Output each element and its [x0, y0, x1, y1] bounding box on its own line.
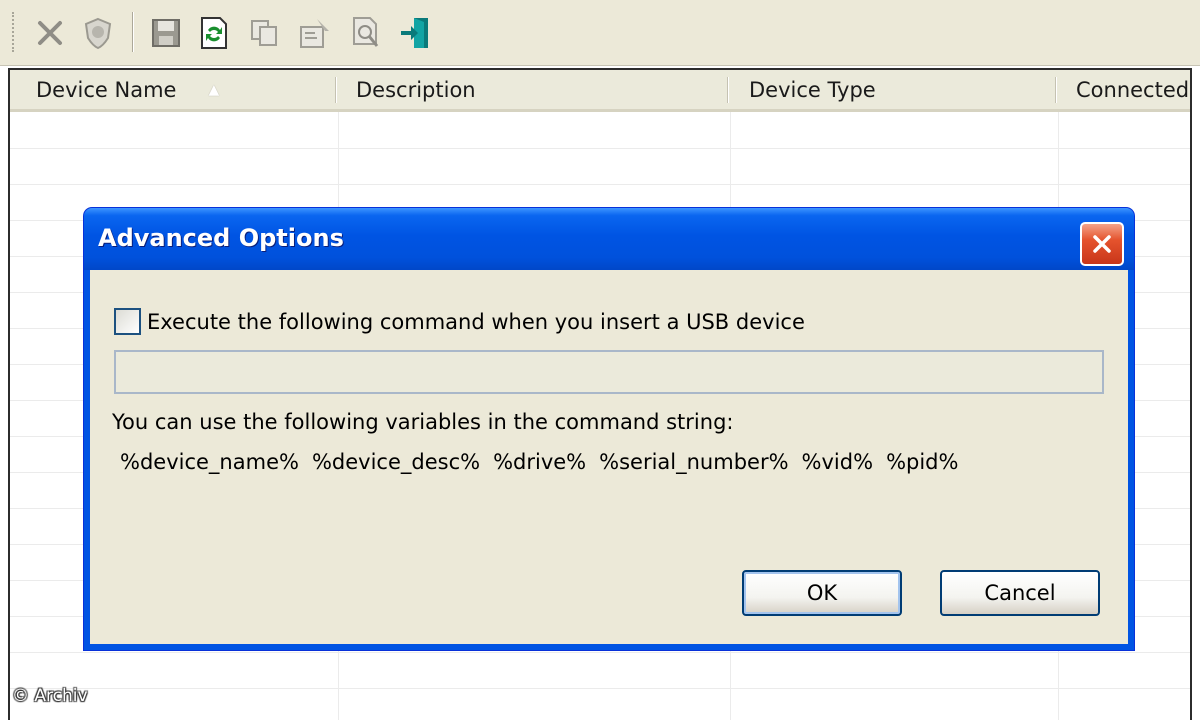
cancel-button[interactable]: Cancel	[940, 570, 1100, 616]
copyright-watermark: © Archiv	[12, 686, 88, 706]
execute-command-label[interactable]: Execute the following command when you i…	[147, 310, 805, 334]
grid-line	[10, 688, 1190, 689]
variable-pid: %pid%	[886, 450, 959, 474]
copy-icon[interactable]	[244, 12, 284, 54]
command-input[interactable]	[114, 350, 1104, 394]
execute-command-option[interactable]: Execute the following command when you i…	[114, 308, 805, 335]
sort-ascending-icon: ▲	[208, 81, 220, 98]
variable-device-desc: %device_desc%	[311, 450, 481, 474]
list-header: Device Name ▲ Description Device Type Co…	[10, 70, 1190, 112]
toolbar	[0, 0, 1200, 66]
variable-serial-number: %serial_number%	[599, 450, 789, 474]
save-icon[interactable]	[146, 12, 186, 54]
variable-device-name: %device_name%	[120, 450, 299, 474]
toolbar-separator	[132, 12, 134, 52]
grid-line	[10, 148, 1190, 149]
find-icon[interactable]	[346, 12, 386, 54]
properties-icon[interactable]	[294, 12, 334, 54]
variable-vid: %vid%	[801, 450, 874, 474]
refresh-icon[interactable]	[194, 12, 234, 54]
close-icon	[1093, 235, 1111, 253]
toolbar-grip[interactable]	[12, 12, 15, 52]
column-header-device-type[interactable]: Device Type	[728, 70, 1056, 109]
grid-line	[10, 652, 1190, 653]
dialog-titlebar[interactable]: Advanced Options	[84, 208, 1134, 270]
grid-line	[10, 184, 1190, 185]
delete-x-icon[interactable]	[30, 12, 70, 54]
column-header-connected[interactable]: Connected	[1056, 70, 1190, 109]
variables-list: %device_name% %device_desc% %drive% %ser…	[120, 450, 958, 474]
ok-button[interactable]: OK	[742, 570, 902, 616]
close-button[interactable]	[1080, 222, 1124, 266]
variable-drive: %drive%	[493, 450, 587, 474]
shield-icon[interactable]	[78, 12, 118, 54]
exit-icon[interactable]	[396, 12, 436, 54]
dialog-title: Advanced Options	[98, 224, 344, 252]
execute-command-checkbox[interactable]	[114, 308, 141, 335]
column-header-description[interactable]: Description	[336, 70, 728, 109]
column-header-device-name[interactable]: Device Name ▲	[10, 70, 336, 109]
variables-intro: You can use the following variables in t…	[112, 410, 734, 434]
advanced-options-dialog: Advanced Options Execute the following c…	[84, 208, 1134, 650]
